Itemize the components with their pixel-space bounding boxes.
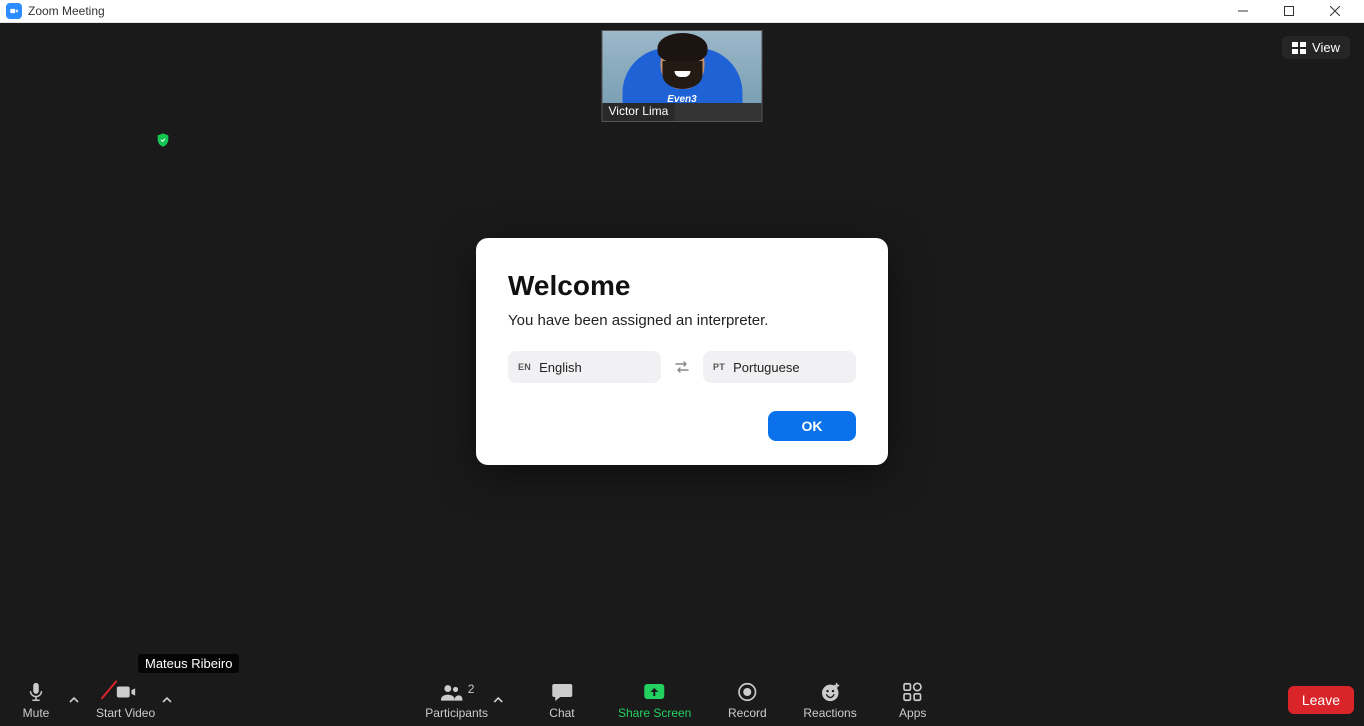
window-close-button[interactable] (1312, 0, 1358, 23)
start-video-button[interactable]: Start Video (96, 681, 155, 720)
encryption-shield-icon[interactable] (155, 132, 171, 148)
meeting-toolbar: Mute Start Video (0, 673, 1364, 726)
camera-off-icon (114, 681, 138, 703)
zoom-app-icon (6, 3, 22, 19)
apps-button[interactable]: Apps (887, 681, 939, 720)
reactions-button[interactable]: Reactions (803, 681, 856, 720)
meeting-canvas: Even3 Victor Lima View Mateus Ribeiro We… (0, 23, 1364, 726)
apps-label: Apps (899, 706, 926, 720)
language-to-label: Portuguese (733, 360, 800, 375)
mute-label: Mute (23, 706, 50, 720)
shirt-text: Even3 (667, 94, 696, 103)
window-titlebar: Zoom Meeting (0, 0, 1364, 23)
view-button-label: View (1312, 40, 1340, 55)
self-name-label: Mateus Ribeiro (138, 654, 239, 673)
participant-video-thumbnail[interactable]: Even3 Victor Lima (602, 30, 763, 122)
dialog-message: You have been assigned an interpreter. (508, 312, 856, 329)
record-button[interactable]: Record (721, 681, 773, 720)
chat-button[interactable]: Chat (536, 681, 588, 720)
share-screen-label: Share Screen (618, 706, 691, 720)
language-pair-row: EN English PT Portuguese (508, 351, 856, 383)
swap-icon (673, 360, 691, 374)
chat-icon (550, 681, 574, 703)
chevron-up-icon (493, 695, 503, 705)
participants-icon (439, 681, 463, 703)
share-screen-button[interactable]: Share Screen (618, 681, 691, 720)
participants-label: Participants (425, 706, 488, 720)
interpreter-welcome-dialog: Welcome You have been assigned an interp… (476, 238, 888, 465)
window-minimize-button[interactable] (1220, 0, 1266, 23)
participants-button[interactable]: 2 Participants (425, 681, 488, 720)
language-from-pill[interactable]: EN English (508, 351, 661, 383)
language-from-label: English (539, 360, 582, 375)
mute-button[interactable]: Mute (10, 681, 62, 720)
leave-button[interactable]: Leave (1288, 686, 1354, 714)
participant-avatar: Even3 (603, 31, 762, 103)
reactions-icon (818, 681, 842, 703)
share-screen-icon (643, 681, 667, 703)
window-title: Zoom Meeting (28, 4, 105, 18)
record-icon (735, 681, 759, 703)
window-maximize-button[interactable] (1266, 0, 1312, 23)
participant-name-label: Victor Lima (603, 103, 675, 121)
microphone-icon (24, 681, 48, 703)
language-from-code: EN (518, 362, 531, 372)
language-to-pill[interactable]: PT Portuguese (703, 351, 856, 383)
view-button[interactable]: View (1282, 36, 1350, 59)
chevron-up-icon (162, 695, 172, 705)
language-to-code: PT (713, 362, 725, 372)
dialog-title: Welcome (508, 270, 856, 302)
participants-options-caret[interactable] (490, 680, 506, 720)
apps-icon (901, 681, 925, 703)
chevron-up-icon (69, 695, 79, 705)
video-options-caret[interactable] (159, 680, 175, 720)
grid-icon (1292, 42, 1306, 54)
record-label: Record (728, 706, 767, 720)
participants-count: 2 (468, 682, 475, 696)
chat-label: Chat (549, 706, 574, 720)
audio-options-caret[interactable] (66, 680, 82, 720)
ok-button[interactable]: OK (768, 411, 856, 441)
reactions-label: Reactions (803, 706, 856, 720)
start-video-label: Start Video (96, 706, 155, 720)
